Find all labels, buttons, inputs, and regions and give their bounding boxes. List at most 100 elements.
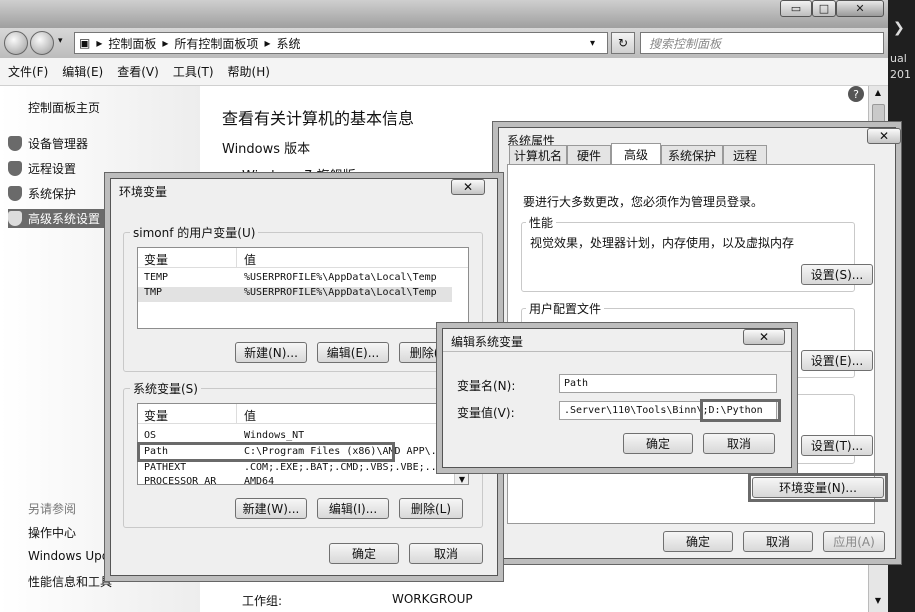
shield-icon — [8, 136, 22, 151]
user-new-button[interactable]: 新建(N)... — [235, 342, 307, 363]
refresh-icon[interactable]: ↻ — [611, 32, 635, 54]
control-panel-home-link[interactable]: 控制面板主页 — [28, 99, 100, 116]
table-row[interactable]: PATHEXT .COM;.EXE;.BAT;.CMD;.VBS;.VBE;..… — [138, 462, 468, 477]
variable-name: PROCESSOR_AR — [144, 476, 217, 485]
tab-hardware[interactable]: 硬件 — [567, 145, 611, 164]
back-icon[interactable] — [4, 31, 28, 55]
table-row[interactable]: TMP %USERPROFILE%\AppData\Local\Temp — [138, 287, 452, 302]
breadcrumb-all-items[interactable]: 所有控制面板项 — [174, 35, 258, 52]
startup-settings-button[interactable]: 设置(T)... — [801, 435, 873, 456]
breadcrumb-system[interactable]: 系统 — [276, 35, 300, 52]
scroll-down-icon[interactable]: ▼ — [455, 475, 468, 484]
ok-button[interactable]: 确定 — [663, 531, 733, 552]
column-variable[interactable]: 变量 — [144, 407, 168, 424]
search-input[interactable]: 搜索控制面板 — [640, 32, 884, 54]
action-center-link[interactable]: 操作中心 — [28, 524, 76, 541]
help-icon[interactable]: ? — [848, 86, 864, 102]
variable-value: AMD64 — [244, 476, 275, 485]
environment-variables-dialog: 环境变量 ✕ simonf 的用户变量(U) 变量 值 TEMP %USERPR… — [110, 178, 498, 576]
see-also-heading: 另请参阅 — [28, 502, 77, 516]
column-variable[interactable]: 变量 — [144, 251, 168, 268]
column-divider — [236, 248, 237, 268]
windows-update-link[interactable]: Windows Upd — [28, 549, 109, 563]
system-edit-button[interactable]: 编辑(I)... — [317, 498, 389, 519]
menu-help[interactable]: 帮助(H) — [228, 63, 270, 80]
variable-value-label: 变量值(V): — [457, 406, 515, 420]
cancel-button[interactable]: 取消 — [703, 433, 775, 454]
system-delete-button[interactable]: 删除(L) — [399, 498, 463, 519]
cancel-button[interactable]: 取消 — [409, 543, 483, 564]
apply-button[interactable]: 应用(A) — [823, 531, 885, 552]
edit-system-variable-dialog: 编辑系统变量 ✕ 变量名(N): Path 变量值(V): .Server\11… — [442, 328, 792, 468]
variable-name: PATHEXT — [144, 462, 187, 473]
performance-settings-button[interactable]: 设置(S)... — [801, 264, 873, 285]
scroll-down-icon[interactable]: ▼ — [872, 596, 884, 608]
background-text: ual — [890, 52, 907, 65]
workgroup-label: 工作组: — [242, 594, 283, 608]
menu-file[interactable]: 文件(F) — [8, 63, 48, 80]
tab-advanced[interactable]: 高级 — [611, 143, 661, 164]
ok-button[interactable]: 确定 — [623, 433, 693, 454]
shield-icon — [8, 211, 22, 226]
table-row[interactable]: PROCESSOR_AR AMD64 — [138, 476, 468, 485]
column-value[interactable]: 值 — [244, 407, 256, 424]
dialog-title: 编辑系统变量 — [451, 335, 524, 349]
variable-value: .COM;.EXE;.BAT;.CMD;.VBS;.VBE;... — [244, 462, 443, 473]
system-variables-title: 系统变量(S) — [130, 380, 201, 397]
list-header: 变量 值 — [138, 404, 468, 424]
close-icon[interactable]: ✕ — [867, 128, 901, 144]
chevron-right-icon: ▸ — [162, 36, 169, 50]
menu-edit[interactable]: 编辑(E) — [62, 63, 103, 80]
close-icon[interactable]: ✕ — [743, 329, 785, 345]
title-bar: ▭ □ ✕ — [0, 0, 888, 28]
variable-value: %USERPROFILE%\AppData\Local\Temp — [244, 287, 437, 298]
background-text: 201 — [890, 68, 911, 81]
maximize-button[interactable]: □ — [812, 0, 836, 17]
tab-system-protection[interactable]: 系统保护 — [661, 145, 723, 164]
user-edit-button[interactable]: 编辑(E)... — [317, 342, 389, 363]
close-button[interactable]: ✕ — [836, 0, 884, 17]
user-profile-title: 用户配置文件 — [526, 300, 605, 317]
variable-value: Windows_NT — [244, 430, 305, 441]
windows-edition-heading: Windows 版本 — [222, 142, 311, 157]
dropdown-arrow-icon[interactable]: ▾ — [590, 38, 595, 49]
tab-strip: 计算机名 硬件 高级 系统保护 远程 — [507, 143, 875, 165]
menu-view[interactable]: 查看(V) — [117, 63, 159, 80]
highlight-box — [748, 473, 888, 502]
highlight-box — [700, 399, 781, 422]
device-manager-link[interactable]: 设备管理器 — [8, 135, 88, 152]
tab-remote[interactable]: 远程 — [723, 145, 767, 164]
performance-info-link[interactable]: 性能信息和工具 — [28, 573, 112, 590]
user-variables-list[interactable]: 变量 值 TEMP %USERPROFILE%\AppData\Local\Te… — [137, 247, 469, 329]
scroll-up-icon[interactable]: ▲ — [872, 88, 884, 100]
column-value[interactable]: 值 — [244, 251, 256, 268]
close-icon[interactable]: ✕ — [451, 179, 485, 195]
ok-button[interactable]: 确定 — [329, 543, 399, 564]
tab-computer-name[interactable]: 计算机名 — [509, 145, 567, 164]
remote-settings-label: 远程设置 — [28, 162, 77, 176]
computer-icon: ▣ — [79, 36, 91, 50]
table-row[interactable]: TEMP %USERPROFILE%\AppData\Local\Temp — [138, 272, 468, 287]
page-title: 查看有关计算机的基本信息 — [222, 109, 415, 128]
dialog-title: 环境变量 — [119, 185, 168, 199]
cancel-button[interactable]: 取消 — [743, 531, 813, 552]
shield-icon — [8, 186, 22, 201]
variable-name-field[interactable]: Path — [559, 374, 777, 393]
address-bar[interactable]: ▣ ▸ 控制面板 ▸ 所有控制面板项 ▸ 系统 ▾ — [74, 32, 608, 54]
chevron-down-icon[interactable]: ▾ — [58, 36, 63, 46]
menu-tools[interactable]: 工具(T) — [173, 63, 214, 80]
performance-desc: 视觉效果，处理器计划，内存使用，以及虚拟内存 — [530, 236, 795, 250]
shield-icon — [8, 161, 22, 176]
system-protection-link[interactable]: 系统保护 — [8, 185, 76, 202]
system-protection-label: 系统保护 — [28, 187, 77, 201]
minimize-button[interactable]: ▭ — [780, 0, 812, 17]
system-new-button[interactable]: 新建(W)... — [235, 498, 307, 519]
user-profile-settings-button[interactable]: 设置(E)... — [801, 350, 873, 371]
device-manager-label: 设备管理器 — [28, 137, 89, 151]
list-header: 变量 值 — [138, 248, 468, 268]
advanced-system-settings-link[interactable]: 高级系统设置 — [8, 209, 105, 228]
forward-icon[interactable] — [30, 31, 54, 55]
highlight-box — [137, 442, 395, 462]
remote-settings-link[interactable]: 远程设置 — [8, 160, 76, 177]
breadcrumb-control-panel[interactable]: 控制面板 — [108, 35, 156, 52]
